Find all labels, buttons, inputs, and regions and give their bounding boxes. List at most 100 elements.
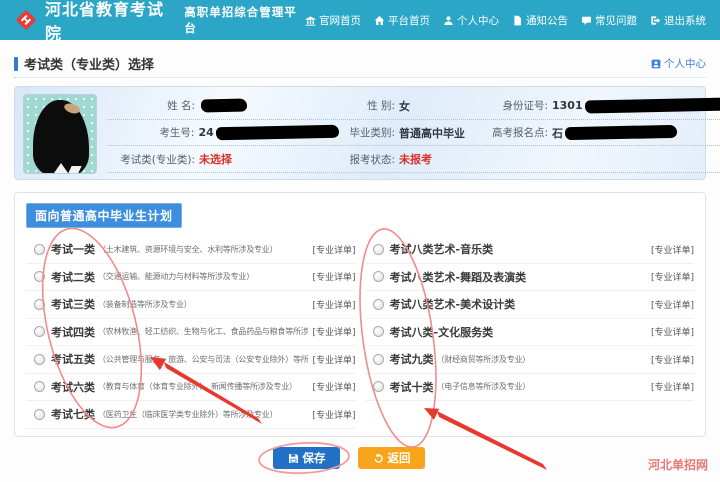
field-label: 身份证号: — [486, 98, 548, 113]
profile-field: 考试类(专业类): 未选择 — [107, 151, 339, 167]
category-radio-right-3[interactable] — [373, 299, 384, 310]
category-row: 考试十类（电子信息等所涉及专业） [专业详单] — [365, 374, 695, 402]
detail-link[interactable]: [专业详单] — [651, 353, 694, 366]
platform-home-icon — [374, 15, 385, 26]
category-description: （财经商贸等所涉及专业） — [437, 354, 647, 365]
detail-link[interactable]: [专业详单] — [312, 380, 355, 393]
category-radio-right-1[interactable] — [373, 244, 384, 255]
nav-item-platform-home[interactable]: 平台首页 — [374, 13, 430, 28]
category-row: 考试一类（土木建筑、资源环境与安全、水利等所涉及专业） [专业详单] — [26, 236, 356, 264]
top-nav: 官网首页平台首页个人中心通知公告常见问题退出系统 — [305, 13, 706, 28]
field-label: 报考状态: — [339, 152, 395, 167]
category-radio-left-1[interactable] — [34, 244, 45, 255]
field-value: 普通高中毕业 — [399, 125, 465, 141]
detail-link[interactable]: [专业详单] — [312, 325, 355, 338]
field-label: 考试类(专业类): — [107, 152, 195, 167]
category-radio-right-2[interactable] — [373, 271, 384, 282]
redaction-mark — [201, 99, 247, 113]
category-description: （电子信息等所涉及专业） — [437, 381, 647, 392]
site-home-icon — [305, 15, 316, 26]
user-center-icon — [443, 15, 454, 26]
field-label: 毕业类别: — [339, 125, 395, 140]
category-row: 考试二类（交通运输、能源动力与材料等所涉及专业）[专业详单] — [26, 264, 356, 292]
detail-link[interactable]: [专业详单] — [312, 353, 355, 366]
category-description: （医药卫生（临床医学类专业除外）等所涉及专业） — [98, 409, 308, 420]
category-row: 考试三类（装备制造等所涉及专业） [专业详单] — [26, 291, 356, 319]
category-row: 考试五类（公共管理与服务、旅游、公安与司法（公安专业除外）等所涉及专业）[专业详… — [26, 346, 356, 374]
profile-field: 报考状态: 未报考 — [339, 151, 486, 167]
category-radio-right-5[interactable] — [373, 354, 384, 365]
detail-link[interactable]: [专业详单] — [651, 298, 694, 311]
category-name: 考试一类 — [51, 241, 95, 257]
field-value: 未选择 — [199, 151, 232, 167]
field-value: 1301 — [552, 99, 583, 112]
back-button[interactable]: 返回 — [358, 447, 425, 469]
brand-title: 河北省教育考试院 — [45, 0, 176, 44]
detail-link[interactable]: [专业详单] — [651, 325, 694, 338]
title-accent-bar — [14, 57, 18, 71]
user-center-icon — [651, 59, 661, 69]
category-row: 考试四类（农林牧渔、轻工纺织、生物与化工、食品药品与粮食等所涉及专业）[专业详单… — [26, 319, 356, 347]
category-name: 考试六类 — [51, 379, 95, 395]
field-value: 石 — [552, 125, 563, 141]
category-name: 考试八类艺术-舞蹈及表演类 — [390, 269, 527, 285]
candidate-info-panel: 姓 名: 性 别: 女 身份证号: 1301 考生号:24毕业类别: 普通高中毕业 高考报名点… — [14, 86, 706, 180]
save-icon — [288, 453, 299, 464]
notice-icon — [512, 15, 523, 26]
category-radio-right-6[interactable] — [373, 381, 384, 392]
detail-link[interactable]: [专业详单] — [312, 243, 355, 256]
candidate-info-grid: 姓 名: 性 别: 女 身份证号: 1301 考生号:24毕业类别: 普通高中毕业 高考报名点… — [107, 93, 720, 173]
category-radio-left-3[interactable] — [34, 299, 45, 310]
field-value: 未报考 — [399, 151, 432, 167]
detail-link[interactable]: [专业详单] — [651, 270, 694, 283]
nav-item-notice[interactable]: 通知公告 — [512, 13, 568, 28]
nav-item-user-center[interactable]: 个人中心 — [443, 13, 499, 28]
field-label: 高考报名点: — [486, 125, 548, 140]
field-value: 24 — [198, 126, 213, 139]
profile-field: 身份证号: 1301 — [486, 98, 720, 113]
category-radio-left-5[interactable] — [34, 354, 45, 365]
category-name: 考试八类艺术-美术设计类 — [390, 296, 516, 312]
detail-link[interactable]: [专业详单] — [651, 380, 694, 393]
nav-item-site-home[interactable]: 官网首页 — [305, 13, 361, 28]
category-radio-right-4[interactable] — [373, 326, 384, 337]
category-description: （装备制造等所涉及专业） — [98, 299, 308, 310]
page-title-bar: 考试类（专业类）选择 个人中心 — [14, 50, 706, 78]
site-watermark: 河北单招网 — [648, 456, 708, 473]
profile-field: 考生号:24 — [107, 125, 339, 140]
detail-link[interactable]: [专业详单] — [312, 408, 355, 421]
category-radio-left-4[interactable] — [34, 326, 45, 337]
category-row: 考试九类（财经商贸等所涉及专业）[专业详单] — [365, 346, 695, 374]
category-name: 考试三类 — [51, 296, 95, 312]
faq-icon — [581, 15, 592, 26]
detail-link[interactable]: [专业详单] — [651, 243, 694, 256]
category-description: （教育与体育（体育专业除外）、新闻传播等所涉及专业） — [98, 381, 308, 392]
field-label: 性 别: — [339, 98, 395, 113]
field-value: 女 — [399, 98, 410, 114]
category-radio-left-7[interactable] — [34, 409, 45, 420]
category-row: 考试八类艺术-音乐类[专业详单] — [365, 236, 695, 264]
field-label: 姓 名: — [107, 98, 195, 113]
profile-field: 姓 名: — [107, 98, 339, 113]
page-title: 考试类（专业类）选择 — [24, 54, 154, 73]
plan-section-label: 面向普通高中毕业生计划 — [26, 203, 182, 228]
category-row: 考试八类艺术-舞蹈及表演类 [专业详单] — [365, 264, 695, 292]
category-row: 考试八类艺术-美术设计类 [专业详单] — [365, 291, 695, 319]
category-description: （交通运输、能源动力与材料等所涉及专业） — [98, 271, 308, 282]
detail-link[interactable]: [专业详单] — [312, 298, 355, 311]
exam-category-panel: 面向普通高中毕业生计划 考试一类（土木建筑、资源环境与安全、水利等所涉及专业） [… — [14, 192, 706, 437]
nav-item-logout[interactable]: 退出系统 — [650, 13, 706, 28]
category-radio-left-2[interactable] — [34, 271, 45, 282]
category-name: 考试十类 — [390, 379, 434, 395]
candidate-photo — [23, 94, 97, 174]
top-header: 河北省教育考试院 高职单招综合管理平台 官网首页平台首页个人中心通知公告常见问题… — [0, 0, 720, 40]
nav-item-faq[interactable]: 常见问题 — [581, 13, 637, 28]
detail-link[interactable]: [专业详单] — [312, 270, 355, 283]
category-radio-left-6[interactable] — [34, 381, 45, 392]
redaction-mark — [565, 125, 677, 140]
user-center-link[interactable]: 个人中心 — [651, 56, 706, 71]
profile-field: 毕业类别: 普通高中毕业 — [339, 125, 486, 141]
category-list-left: 考试一类（土木建筑、资源环境与安全、水利等所涉及专业）[专业详单]考试二类（交通… — [26, 236, 356, 429]
save-button[interactable]: 保存 — [273, 447, 340, 469]
category-description: （土木建筑、资源环境与安全、水利等所涉及专业） — [98, 244, 308, 255]
